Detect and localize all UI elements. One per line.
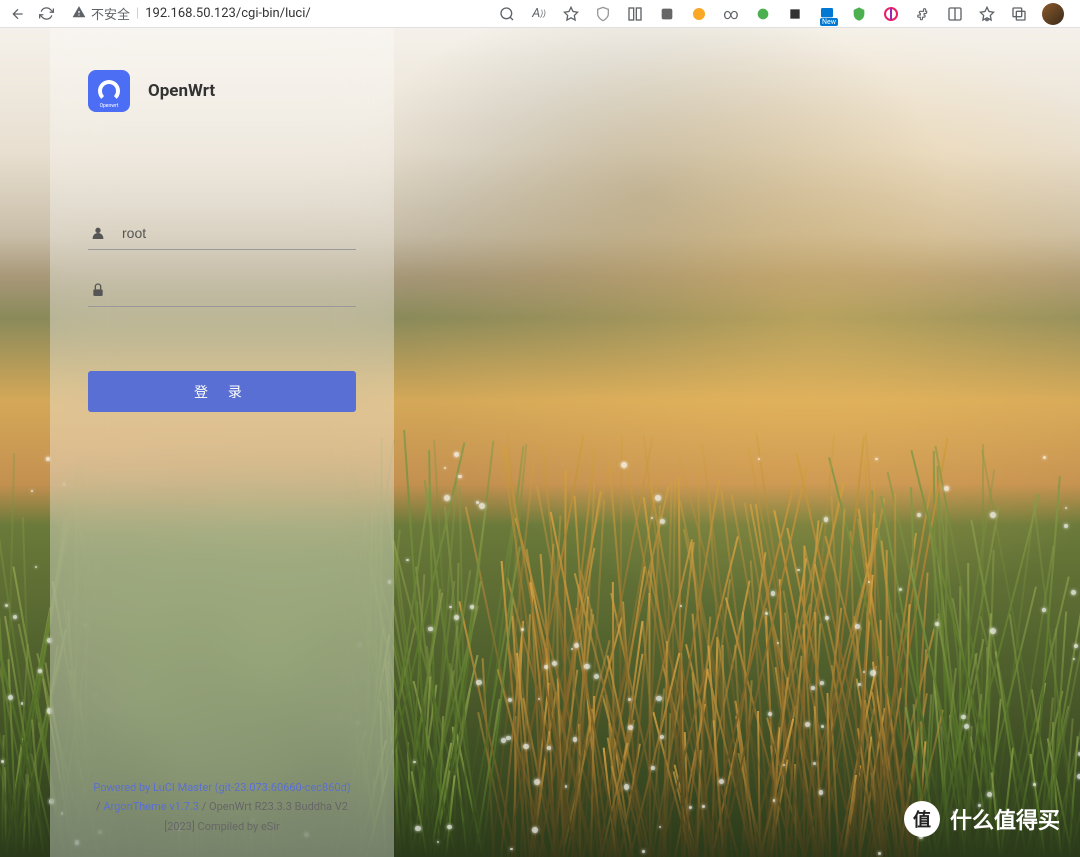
- theme-link[interactable]: ArgonTheme v1.7.3: [103, 800, 199, 813]
- collections-icon[interactable]: [1010, 5, 1028, 23]
- url-text: 192.168.50.123/cgi-bin/luci/: [145, 6, 311, 21]
- extension-5-icon[interactable]: [786, 5, 804, 23]
- extension-2-icon[interactable]: [690, 5, 708, 23]
- extension-8-icon[interactable]: [882, 5, 900, 23]
- brand-name: OpenWrt: [148, 81, 215, 101]
- footer: Powered by LuCI Master (git-23.073.60660…: [88, 778, 356, 837]
- login-panel: Openwrt OpenWrt 登 录 Powered by LuCI Mast…: [50, 28, 394, 857]
- reload-button[interactable]: [38, 6, 54, 22]
- search-icon[interactable]: [498, 5, 516, 23]
- username-input[interactable]: [122, 225, 356, 241]
- password-group: [88, 274, 356, 307]
- url-divider: |: [136, 6, 139, 21]
- back-button[interactable]: [10, 6, 26, 22]
- favorites-bar-icon[interactable]: [978, 5, 996, 23]
- logo-section: Openwrt OpenWrt: [88, 70, 356, 112]
- extension-1-icon[interactable]: [658, 5, 676, 23]
- extensions-menu-icon[interactable]: [914, 5, 932, 23]
- library-icon[interactable]: [626, 5, 644, 23]
- extension-4-icon[interactable]: [754, 5, 772, 23]
- security-indicator[interactable]: 不安全: [72, 4, 130, 23]
- read-aloud-icon[interactable]: A)): [530, 5, 548, 23]
- address-bar[interactable]: 不安全 | 192.168.50.123/cgi-bin/luci/: [66, 4, 486, 23]
- login-button[interactable]: 登 录: [88, 371, 356, 412]
- username-group: [88, 217, 356, 250]
- luci-link[interactable]: Powered by LuCI Master (git-23.073.60660…: [93, 781, 350, 794]
- extension-3-icon[interactable]: ∞: [722, 5, 740, 23]
- split-screen-icon[interactable]: [946, 5, 964, 23]
- user-icon: [88, 225, 108, 241]
- favorite-icon[interactable]: [562, 5, 580, 23]
- watermark-icon: 值: [904, 801, 940, 837]
- profile-avatar[interactable]: [1042, 3, 1064, 25]
- lock-icon: [88, 282, 108, 298]
- security-text: 不安全: [91, 4, 130, 23]
- extension-6-icon[interactable]: New: [818, 5, 836, 23]
- new-badge: New: [820, 18, 838, 26]
- browser-toolbar: 不安全 | 192.168.50.123/cgi-bin/luci/ A)) ∞: [0, 0, 1080, 28]
- shield-icon[interactable]: [594, 5, 612, 23]
- warning-icon: [72, 5, 86, 22]
- watermark: 值 什么值得买: [904, 801, 1060, 837]
- page-content: Openwrt OpenWrt 登 录 Powered by LuCI Mast…: [0, 28, 1080, 857]
- toolbar-icons: A)) ∞ New: [498, 3, 1070, 25]
- password-input[interactable]: [122, 282, 356, 298]
- extension-7-icon[interactable]: [850, 5, 868, 23]
- openwrt-logo-icon: Openwrt: [88, 70, 130, 112]
- watermark-text: 什么值得买: [950, 803, 1060, 835]
